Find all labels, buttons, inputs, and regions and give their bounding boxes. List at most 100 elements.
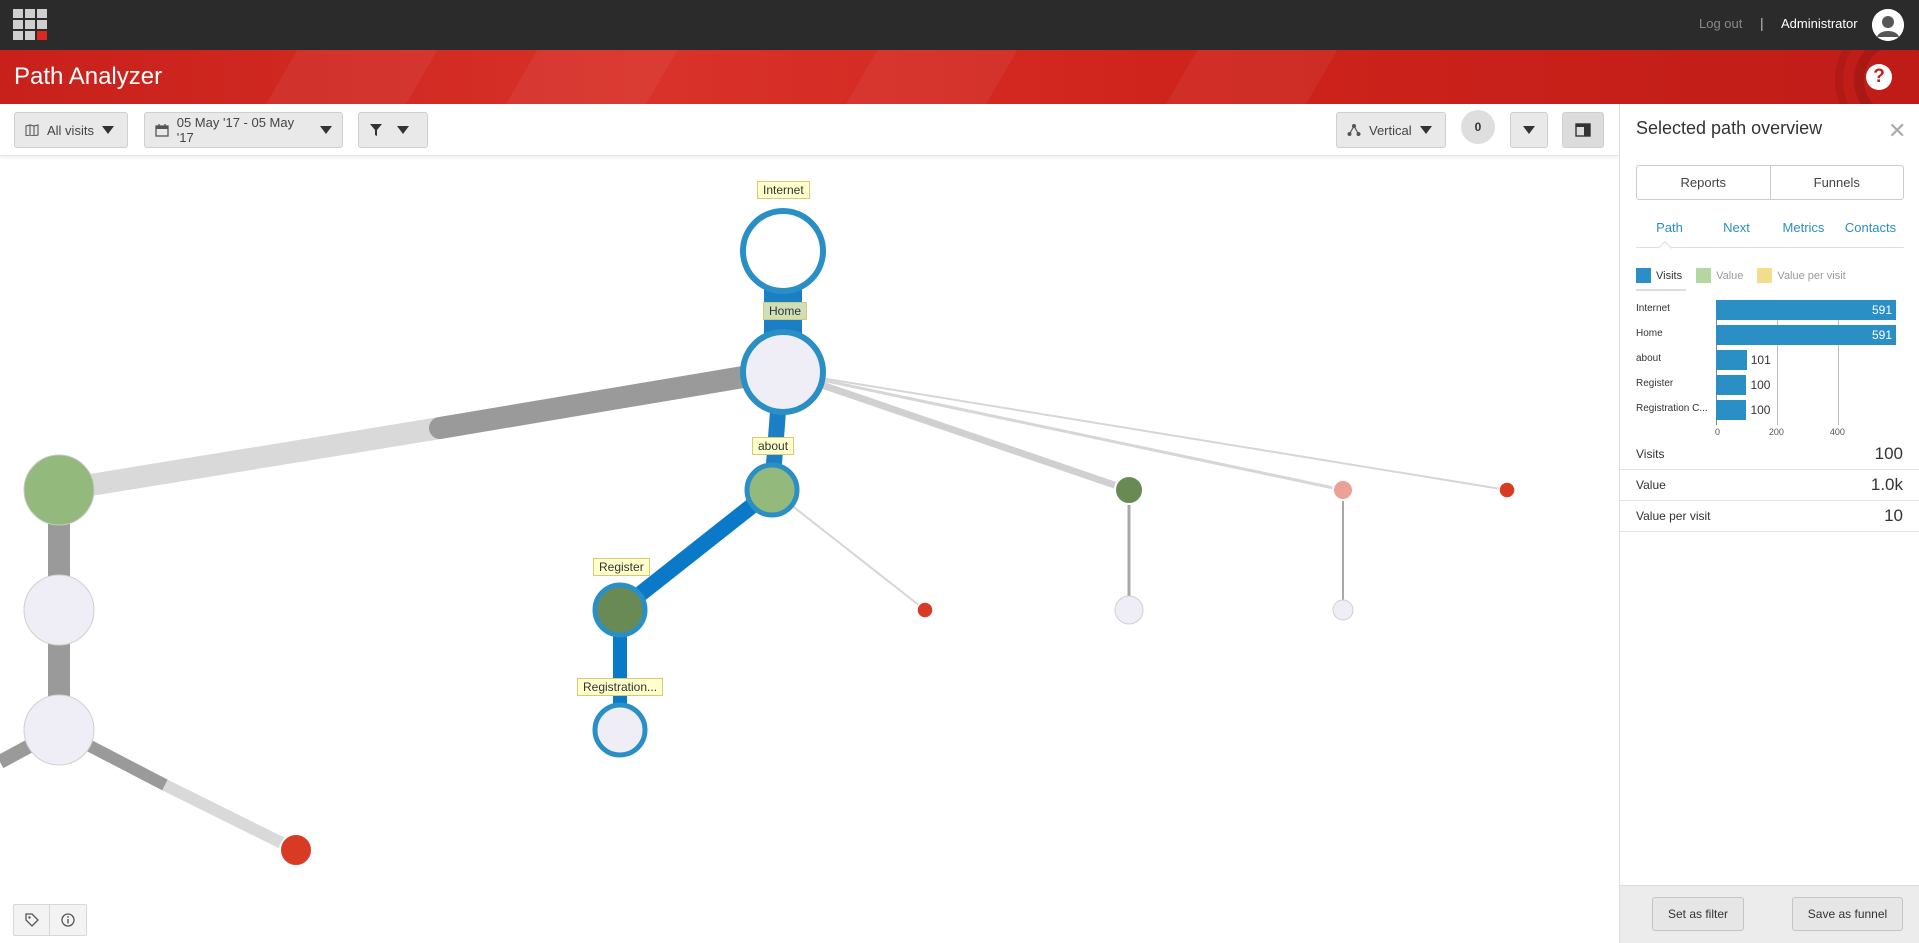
- bar-row[interactable]: Register 100: [1636, 375, 1912, 395]
- metric-value-value-per-visit: 10: [1884, 506, 1903, 525]
- metric-value-visits: 100: [1874, 444, 1903, 463]
- chevron-down-icon: [1523, 126, 1535, 134]
- bar[interactable]: [1716, 325, 1896, 345]
- axis-tick-label: 0: [1715, 427, 1721, 437]
- bar-value-label: 101: [1750, 353, 1771, 367]
- funnels-button[interactable]: Funnels: [1771, 166, 1904, 199]
- set-as-filter-button[interactable]: Set as filter: [1652, 897, 1744, 931]
- tab-metrics[interactable]: Metrics: [1770, 220, 1837, 247]
- graph-node[interactable]: [23, 574, 95, 646]
- chevron-down-icon: [1419, 126, 1432, 134]
- topbar-separator: |: [1760, 15, 1764, 31]
- graph-node[interactable]: [1114, 595, 1144, 625]
- bar-category-label: about: [1636, 353, 1662, 364]
- hierarchy-icon: [1347, 124, 1361, 136]
- toggle-panel-button[interactable]: [1562, 112, 1604, 148]
- graph-node[interactable]: [1114, 475, 1144, 505]
- user-icon: [1872, 9, 1904, 41]
- graph-node[interactable]: [1498, 481, 1516, 499]
- bar[interactable]: [1716, 300, 1896, 320]
- close-icon[interactable]: ✕: [1888, 118, 1906, 144]
- options-dropdown[interactable]: [1510, 112, 1548, 148]
- app-header: Path Analyzer ?: [0, 50, 1919, 104]
- bar-value-label: 100: [1750, 403, 1771, 417]
- node-label-register: Register: [593, 558, 650, 576]
- reports-button[interactable]: Reports: [1637, 166, 1771, 199]
- bar-row[interactable]: Home 591: [1636, 325, 1912, 345]
- graph-node[interactable]: [279, 833, 313, 867]
- legend-swatch-visits: [1636, 268, 1651, 283]
- metric-row-value: Value 1.0k: [1620, 470, 1919, 501]
- app-launcher-icon[interactable]: [13, 9, 47, 41]
- filter-button[interactable]: [358, 112, 428, 148]
- legend-item-value[interactable]: Value: [1696, 268, 1743, 283]
- selection-count-badge[interactable]: 0: [1461, 110, 1495, 144]
- bar[interactable]: [1716, 400, 1747, 420]
- legend-swatch-value: [1696, 268, 1712, 283]
- graph-node-registration[interactable]: [592, 702, 648, 758]
- metric-label-visits: Visits: [1636, 447, 1665, 461]
- date-range-label: 05 May '17 - 05 May '17: [176, 115, 295, 145]
- edge-home-left[interactable]: [49, 417, 451, 501]
- avatar[interactable]: [1872, 9, 1904, 41]
- tab-next[interactable]: Next: [1703, 220, 1770, 247]
- selected-path-panel: Selected path overview ✕ Reports Funnels…: [1619, 104, 1919, 943]
- help-icon[interactable]: ?: [1866, 64, 1892, 90]
- metric-label-value-per-visit: Value per visit: [1636, 509, 1711, 523]
- graph-node[interactable]: [1332, 479, 1354, 501]
- tag-button[interactable]: [14, 905, 50, 935]
- bar-category-label: Registration C...: [1636, 403, 1708, 414]
- bar-row[interactable]: Internet 591: [1636, 300, 1912, 320]
- edge-home-left-dark[interactable]: [429, 364, 766, 439]
- path-graph-canvas[interactable]: [0, 156, 1619, 943]
- chart-legend: Visits Value Value per visit: [1636, 268, 1846, 283]
- edge-about-register[interactable]: [615, 483, 777, 617]
- graph-node[interactable]: [23, 694, 95, 766]
- graph-node[interactable]: [1332, 599, 1354, 621]
- graph-node[interactable]: [23, 454, 95, 526]
- axis-tick-label: 400: [1829, 427, 1845, 437]
- view-switch: Reports Funnels: [1636, 165, 1904, 200]
- save-as-funnel-button[interactable]: Save as funnel: [1792, 897, 1903, 931]
- bar[interactable]: [1716, 375, 1747, 395]
- map-icon: [25, 124, 39, 136]
- tab-contacts[interactable]: Contacts: [1837, 220, 1904, 247]
- graph-node-about[interactable]: [744, 462, 800, 518]
- edge-home-node-b[interactable]: [783, 370, 1344, 492]
- edge-about-red[interactable]: [771, 489, 926, 611]
- graph-node-internet[interactable]: [740, 208, 826, 294]
- graph-node[interactable]: [916, 601, 934, 619]
- info-icon: [61, 913, 75, 927]
- edge-home-node-c[interactable]: [783, 371, 1508, 491]
- tab-path[interactable]: Path: [1636, 220, 1703, 247]
- graph-node-home[interactable]: [740, 329, 826, 415]
- bar-value-label: 591: [1872, 303, 1893, 317]
- bar-category-label: Internet: [1636, 303, 1670, 314]
- chevron-down-icon: [320, 126, 332, 134]
- filter-icon: [370, 124, 382, 136]
- header-swirl-decoration: [1835, 50, 1919, 104]
- segment-selector[interactable]: All visits: [14, 112, 128, 148]
- bar-value-label: 100: [1750, 378, 1771, 392]
- panel-footer: Set as filter Save as funnel: [1620, 885, 1919, 943]
- bar[interactable]: [1716, 350, 1747, 370]
- username[interactable]: Administrator: [1781, 16, 1858, 31]
- edge-home-node-a[interactable]: [782, 368, 1131, 494]
- graph-node-register[interactable]: [592, 582, 648, 638]
- bar-category-label: Register: [1636, 378, 1674, 389]
- bar-value-label: 591: [1872, 328, 1893, 342]
- legend-underline: [1636, 289, 1686, 291]
- segment-label: All visits: [47, 122, 94, 138]
- panel-tabs: Path Next Metrics Contacts: [1636, 220, 1904, 248]
- date-range-picker[interactable]: 05 May '17 - 05 May '17: [144, 112, 343, 148]
- path-graph[interactable]: [0, 156, 1619, 943]
- info-button[interactable]: [50, 905, 86, 935]
- bar-row[interactable]: Registration C... 100: [1636, 400, 1912, 420]
- edge-left-right-light[interactable]: [162, 779, 299, 856]
- layout-selector[interactable]: Vertical: [1336, 112, 1446, 148]
- logout-link[interactable]: Log out: [1699, 16, 1742, 31]
- legend-item-visits[interactable]: Visits: [1636, 268, 1682, 283]
- legend-item-value-per-visit[interactable]: Value per visit: [1757, 268, 1846, 283]
- visits-bar-chart: 0 200 400 Internet 591 Home 591 about 101 Registe…: [1636, 300, 1912, 440]
- bar-row[interactable]: about 101: [1636, 350, 1912, 370]
